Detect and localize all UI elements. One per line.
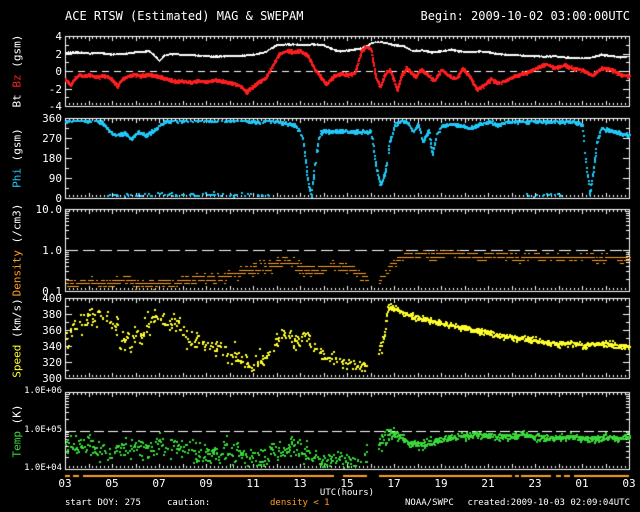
x-tick-label: 15	[340, 477, 354, 490]
panel-title-phi: Phi (gsm)	[11, 128, 24, 188]
ace-rtsw-plot: ACE RTSW (Estimated) MAG & SWEPAM Begin:…	[0, 0, 640, 512]
x-tick-label: 21	[481, 477, 495, 490]
panel-title-speed: Speed (km/s)	[11, 298, 24, 377]
y-tick-label: 0	[55, 65, 62, 78]
y-tick-label: 300	[42, 372, 62, 385]
x-tick-label: 03	[622, 477, 636, 490]
y-tick-label: 1.0E+04	[24, 463, 62, 473]
y-tick-label: 360	[42, 112, 62, 125]
x-tick-label: 09	[199, 477, 213, 490]
y-tick-label: 320	[42, 356, 62, 369]
y-tick-label: 1.0E+06	[24, 386, 62, 396]
panel-title-density: Density (/cm3)	[11, 204, 24, 297]
agency-label: NOAA/SWPC	[405, 498, 454, 508]
y-tick-label: 1.0E+05	[24, 425, 62, 435]
panel-title-temp: Temp (K)	[11, 405, 24, 458]
y-tick-label: 340	[42, 340, 62, 353]
panel-title-mag: Bt Bz (gsm)	[11, 35, 24, 108]
y-tick-label: 4	[55, 30, 62, 43]
panel-title-part: Bt	[10, 87, 24, 108]
panel-title-part: (/cm3)	[10, 203, 24, 250]
y-tick-label: 1.0	[42, 244, 62, 257]
panel-title-part: (K)	[10, 404, 24, 431]
x-tick-label: 17	[387, 477, 401, 490]
y-tick-label: 90	[48, 172, 62, 185]
y-tick-label: -2	[48, 83, 62, 96]
panel-title-part: (gsm)	[10, 128, 24, 168]
page-title: ACE RTSW (Estimated) MAG & SWEPAM	[65, 9, 304, 23]
x-tick-label: 23	[528, 477, 542, 490]
y-tick-label: 400	[42, 292, 62, 305]
y-tick-label: 2	[55, 48, 62, 61]
x-tick-label: 05	[105, 477, 119, 490]
panel-title-part: (gsm)	[10, 34, 24, 75]
panel-title-part: Density	[10, 250, 24, 297]
x-tick-label: 01	[575, 477, 589, 490]
x-tick-label: 19	[434, 477, 448, 490]
created-timestamp: created:2009-10-03 02:09:04UTC	[467, 498, 630, 508]
begin-timestamp: Begin: 2009-10-02 03:00:00UTC	[420, 9, 630, 23]
y-tick-label: 10.0	[35, 203, 63, 216]
start-doy-label: start DOY: 275	[65, 498, 141, 508]
panel-title-part: Temp	[10, 431, 24, 458]
y-tick-label: 180	[42, 152, 62, 165]
x-tick-label: 11	[246, 477, 260, 490]
panel-title-part: Bz	[10, 74, 24, 88]
x-tick-label: 07	[152, 477, 166, 490]
x-tick-label: 03	[58, 477, 72, 490]
panel-title-part: (km/s)	[10, 298, 24, 345]
y-tick-label: 270	[42, 132, 62, 145]
y-tick-label: 380	[42, 308, 62, 321]
y-tick-label: 360	[42, 324, 62, 337]
caution-value: density < 1	[270, 498, 330, 508]
caution-label: caution:	[167, 498, 211, 508]
plot-canvas	[0, 0, 640, 512]
panel-title-part: Phi	[10, 167, 24, 188]
panel-title-part: Speed	[10, 344, 24, 378]
x-tick-label: 13	[293, 477, 307, 490]
